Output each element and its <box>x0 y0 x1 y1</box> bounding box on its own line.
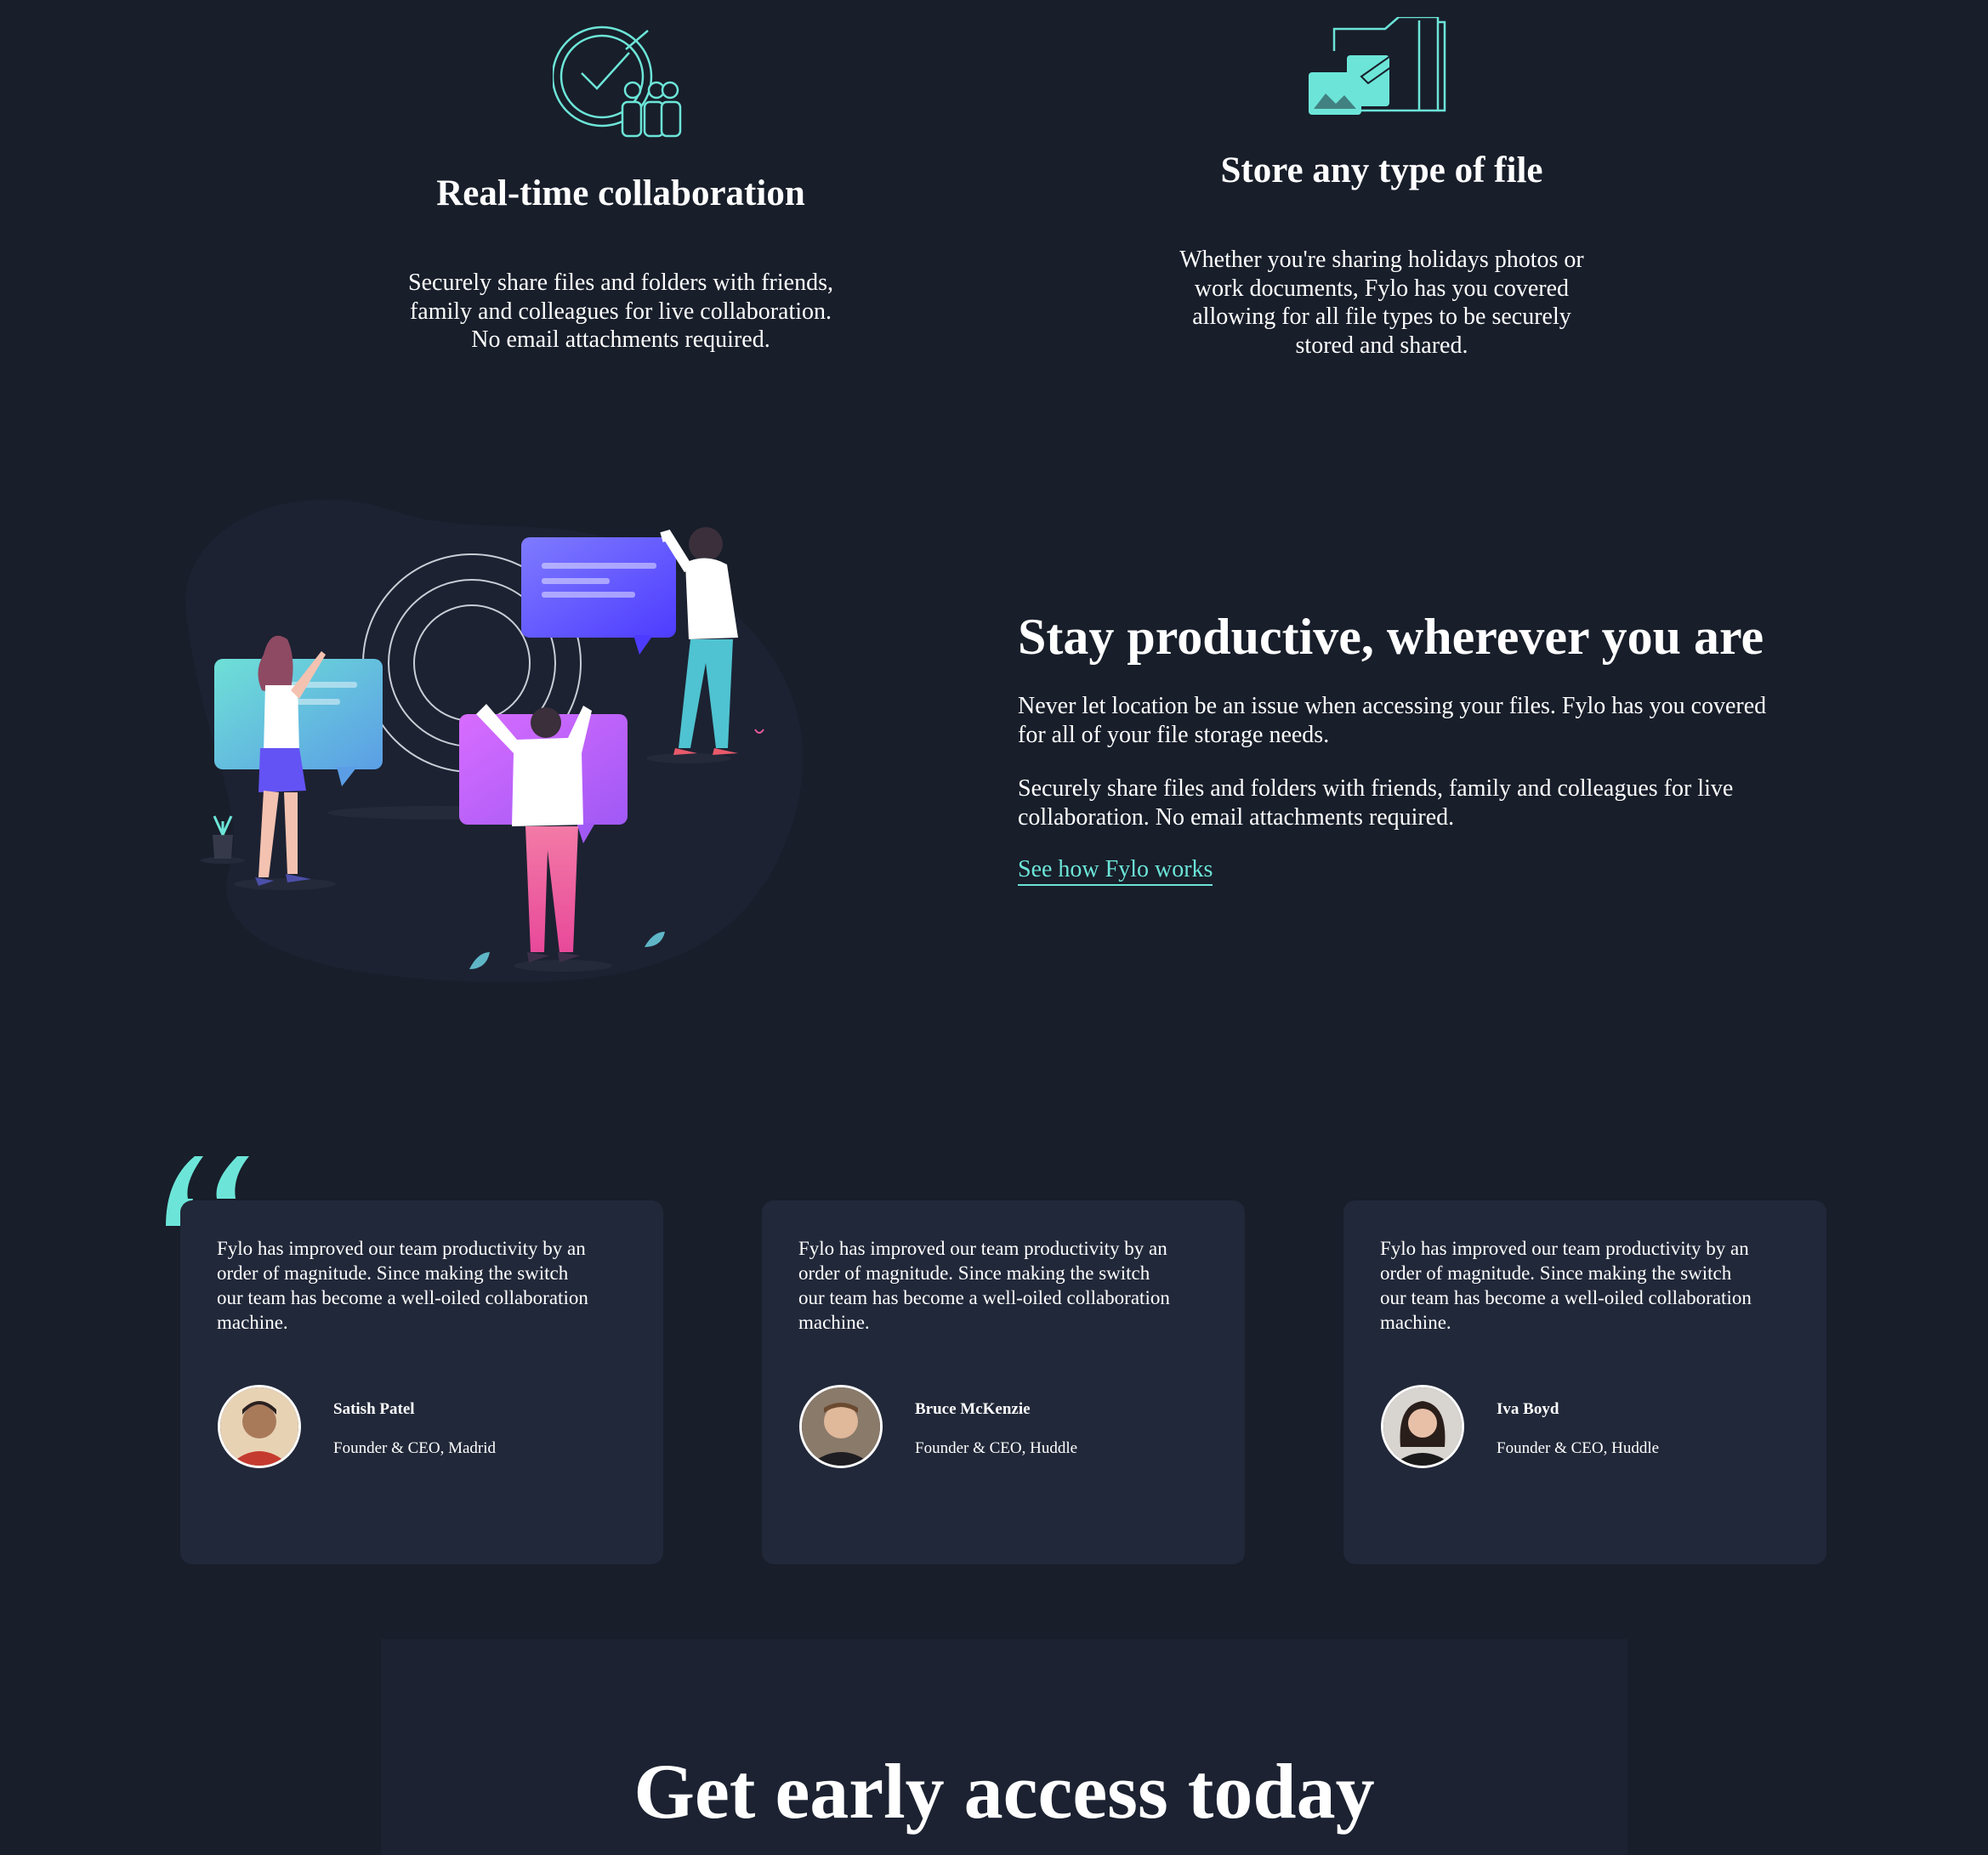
testimonial-name: Bruce McKenzie <box>915 1400 1031 1418</box>
avatar <box>1381 1385 1464 1468</box>
quote-line: our team has become a well-oiled collabo… <box>798 1287 1170 1308</box>
productive-section: Stay productive, wherever you are Never … <box>1018 608 1885 886</box>
feature-store-any-file: Store any type of file Whether you're sh… <box>1127 17 1637 360</box>
feature-line: No email attachments required. <box>471 326 770 353</box>
feature-realtime-collaboration: Real-time collaboration Securely share f… <box>366 24 876 355</box>
avatar <box>218 1385 301 1468</box>
testimonial-role: Founder & CEO, Huddle <box>915 1439 1078 1457</box>
quote-line: Fylo has improved our team productivity … <box>1380 1238 1749 1259</box>
testimonial-name: Satish Patel <box>333 1400 415 1418</box>
testimonial-role: Founder & CEO, Huddle <box>1497 1439 1660 1457</box>
feature-line: Whether you're sharing holidays photos o… <box>1179 247 1584 273</box>
collaboration-icon <box>553 26 682 138</box>
quote-line: order of magnitude. Since making the swi… <box>1380 1262 1732 1284</box>
feature-line: family and colleagues for live collabora… <box>409 298 832 325</box>
quote-line: order of magnitude. Since making the swi… <box>217 1262 569 1284</box>
productive-title: Stay productive, wherever you are <box>1018 609 1764 665</box>
feature-title: Store any type of file <box>1220 150 1543 190</box>
quote-line: order of magnitude. Since making the swi… <box>798 1262 1150 1284</box>
quote-line: Fylo has improved our team productivity … <box>217 1238 586 1259</box>
avatar <box>799 1385 883 1468</box>
feature-line: allowing for all file types to be secure… <box>1192 303 1571 330</box>
file-storage-icon <box>1309 17 1446 115</box>
productive-illustration <box>185 499 804 983</box>
quote-line: our team has become a well-oiled collabo… <box>217 1287 588 1308</box>
feature-line: stored and shared. <box>1295 332 1468 359</box>
productive-paragraph-2: Securely share files and folders with fr… <box>1018 774 1885 832</box>
productive-paragraph-1: Never let location be an issue when acce… <box>1018 692 1885 750</box>
early-access-section: Get early access today <box>381 1639 1627 1855</box>
quote-line: our team has become a well-oiled collabo… <box>1380 1287 1752 1308</box>
paragraph-line: for all of your file storage needs. <box>1018 722 1330 748</box>
see-how-fylo-works-link[interactable]: See how Fylo works <box>1018 856 1213 886</box>
feature-line: Securely share files and folders with fr… <box>408 269 833 296</box>
testimonial-quote: Fylo has improved our team productivity … <box>1380 1236 1797 1335</box>
quote-line: machine. <box>217 1312 288 1333</box>
paragraph-line: Securely share files and folders with fr… <box>1018 775 1734 802</box>
testimonial-quote: Fylo has improved our team productivity … <box>798 1236 1215 1335</box>
early-access-title: Get early access today <box>633 1748 1375 1835</box>
feature-title: Real-time collaboration <box>436 173 805 213</box>
paragraph-line: collaboration. No email attachments requ… <box>1018 804 1455 831</box>
quote-line: Fylo has improved our team productivity … <box>798 1238 1167 1259</box>
testimonial-name: Iva Boyd <box>1497 1400 1559 1418</box>
testimonial-card: Fylo has improved our team productivity … <box>762 1200 1245 1564</box>
testimonial-card: Fylo has improved our team productivity … <box>180 1200 663 1564</box>
quote-line: machine. <box>798 1312 870 1333</box>
quote-line: machine. <box>1380 1312 1451 1333</box>
feature-line: work documents, Fylo has you covered <box>1194 275 1570 302</box>
feature-description: Securely share files and folders with fr… <box>366 269 876 355</box>
chat-bubble-purple <box>521 537 676 638</box>
testimonial-card: Fylo has improved our team productivity … <box>1343 1200 1826 1564</box>
paragraph-line: Never let location be an issue when acce… <box>1018 693 1767 719</box>
feature-description: Whether you're sharing holidays photos o… <box>1127 246 1637 360</box>
testimonial-role: Founder & CEO, Madrid <box>333 1439 497 1457</box>
testimonial-quote: Fylo has improved our team productivity … <box>217 1236 633 1335</box>
